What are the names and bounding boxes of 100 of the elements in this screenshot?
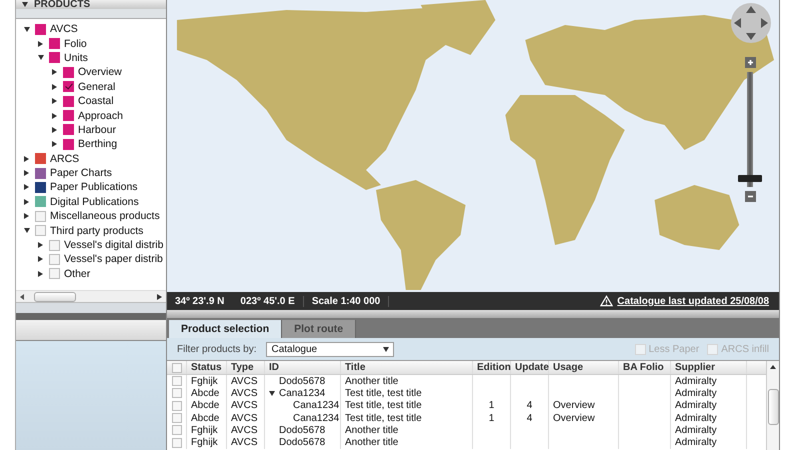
scroll-up-icon[interactable] xyxy=(770,365,776,369)
checkbox[interactable] xyxy=(63,124,74,136)
filter-dropdown[interactable]: Catalogue xyxy=(266,342,394,356)
checkbox[interactable] xyxy=(35,24,46,35)
table-cell: Fghijk xyxy=(191,376,218,387)
table-cell: Admiralty xyxy=(675,400,717,412)
expand-arrow-icon[interactable] xyxy=(52,126,57,133)
column-header[interactable]: Supplier xyxy=(671,361,747,374)
expand-arrow-icon[interactable] xyxy=(38,256,43,262)
row-checkbox[interactable] xyxy=(172,413,182,424)
expand-arrow-icon[interactable] xyxy=(52,98,57,104)
expand-arrow-icon[interactable] xyxy=(52,141,57,148)
zoom-in-icon[interactable] xyxy=(744,57,756,68)
tree-item[interactable]: ARCS xyxy=(50,152,80,165)
checkbox[interactable] xyxy=(49,268,60,280)
table-cell: Cana1234 xyxy=(279,388,326,399)
latitude-text: 34º 23'.9 N xyxy=(174,296,226,306)
tree-item[interactable]: Overview xyxy=(78,66,122,78)
checkbox[interactable] xyxy=(63,138,74,150)
table-cell: AVCS xyxy=(231,424,258,436)
tree-item[interactable]: Coastal xyxy=(78,95,114,108)
catalogue-link[interactable]: Catalogue last updated 25/08/08 xyxy=(617,296,779,306)
table-cell: Overview xyxy=(553,412,595,424)
expand-arrow-icon[interactable] xyxy=(24,198,29,205)
checkbox[interactable] xyxy=(35,210,46,222)
tree-item[interactable]: Paper Publications xyxy=(50,181,138,194)
checkbox[interactable] xyxy=(63,110,74,122)
tree-item[interactable]: Paper Charts xyxy=(50,167,112,180)
expand-arrow-icon[interactable] xyxy=(38,55,44,60)
checkbox[interactable] xyxy=(63,81,74,92)
column-header[interactable]: Type xyxy=(227,361,265,374)
checkbox[interactable] xyxy=(63,96,74,107)
expand-arrow-icon[interactable] xyxy=(52,69,57,76)
checkbox[interactable] xyxy=(35,196,46,208)
expand-arrow-icon[interactable] xyxy=(24,156,29,162)
expand-arrow-icon[interactable] xyxy=(269,390,275,396)
expand-arrow-icon[interactable] xyxy=(24,26,30,32)
pan-control-icon[interactable] xyxy=(731,3,771,43)
table-cell: 1 xyxy=(488,400,494,412)
tree-item[interactable]: Folio xyxy=(64,38,87,50)
tree-item[interactable]: Approach xyxy=(78,110,123,122)
tree-item[interactable]: General xyxy=(78,80,116,93)
expand-arrow-icon[interactable] xyxy=(38,270,43,277)
checkbox[interactable] xyxy=(49,240,60,251)
scrollbar-thumb[interactable] xyxy=(768,389,778,425)
zoom-out-icon[interactable] xyxy=(744,191,756,202)
tree-item[interactable]: Vessel's paper distrib xyxy=(64,253,163,266)
map-background[interactable]: 34º 23'.9 N 023º 45'.0 E Scale 1:40 000 Catalogue last updated 25/08/08 xyxy=(167,0,779,310)
slider-thumb[interactable] xyxy=(738,175,762,182)
expand-arrow-icon[interactable] xyxy=(24,184,29,190)
expand-arrow-icon[interactable] xyxy=(24,228,30,234)
table-cell: Cana1234 xyxy=(293,400,340,412)
tree-item[interactable]: Units xyxy=(64,52,88,64)
tree-item[interactable]: Harbour xyxy=(78,124,116,136)
tree-item[interactable]: Miscellaneous products xyxy=(50,210,160,222)
column-header[interactable]: Status xyxy=(187,361,227,374)
table-cell: Dodo5678 xyxy=(279,437,326,448)
column-header[interactable]: Title xyxy=(341,361,473,374)
expand-arrow-icon[interactable] xyxy=(24,170,29,176)
row-checkbox[interactable] xyxy=(172,376,182,386)
table-cell: Fghijk xyxy=(191,437,218,448)
tree-item[interactable]: Berthing xyxy=(78,138,118,150)
checkbox[interactable] xyxy=(49,52,60,64)
table-cell: Admiralty xyxy=(675,437,717,448)
column-header[interactable]: Usage xyxy=(549,361,619,374)
tree-item[interactable]: Vessel's digital distrib xyxy=(64,239,164,252)
checkbox[interactable] xyxy=(49,38,60,50)
vertical-scrollbar[interactable] xyxy=(766,361,779,450)
expand-arrow-icon[interactable] xyxy=(38,40,43,47)
row-checkbox[interactable] xyxy=(172,400,182,411)
row-checkbox[interactable] xyxy=(172,425,182,436)
expand-arrow-icon[interactable] xyxy=(52,112,57,119)
checkbox[interactable] xyxy=(35,153,46,164)
checkbox[interactable] xyxy=(49,254,60,265)
column-header[interactable]: Update xyxy=(511,361,549,374)
scrollbar-thumb[interactable] xyxy=(34,292,76,302)
checkbox[interactable] xyxy=(35,182,46,193)
select-all-checkbox[interactable] xyxy=(172,362,182,372)
column-header[interactable]: ID xyxy=(265,361,341,374)
column-header[interactable]: Edition xyxy=(473,361,511,374)
tree-item[interactable]: Third party products xyxy=(50,224,144,237)
checkbox[interactable] xyxy=(63,66,74,78)
expand-arrow-icon[interactable] xyxy=(52,84,57,90)
expand-arrow-icon[interactable] xyxy=(38,242,43,248)
splitter-handle[interactable] xyxy=(167,310,779,318)
scale-text: Scale 1:40 000 xyxy=(304,296,390,306)
checkbox-label: ARCS infill xyxy=(721,344,769,354)
panel-header[interactable]: PRODUCTS xyxy=(16,0,166,9)
row-checkbox[interactable] xyxy=(172,388,182,398)
tab[interactable]: Product selection xyxy=(169,320,282,338)
horizontal-scrollbar[interactable] xyxy=(16,290,166,302)
checkbox[interactable] xyxy=(35,168,46,179)
tree-item[interactable]: AVCS xyxy=(50,23,78,36)
row-checkbox[interactable] xyxy=(172,438,182,448)
tree-item[interactable]: Digital Publications xyxy=(50,196,139,208)
tree-item[interactable]: Other xyxy=(64,268,90,280)
column-header[interactable]: BA Folio xyxy=(619,361,671,374)
expand-arrow-icon[interactable] xyxy=(24,213,29,220)
checkbox-label: Less Paper xyxy=(648,344,700,354)
checkbox[interactable] xyxy=(35,225,46,236)
